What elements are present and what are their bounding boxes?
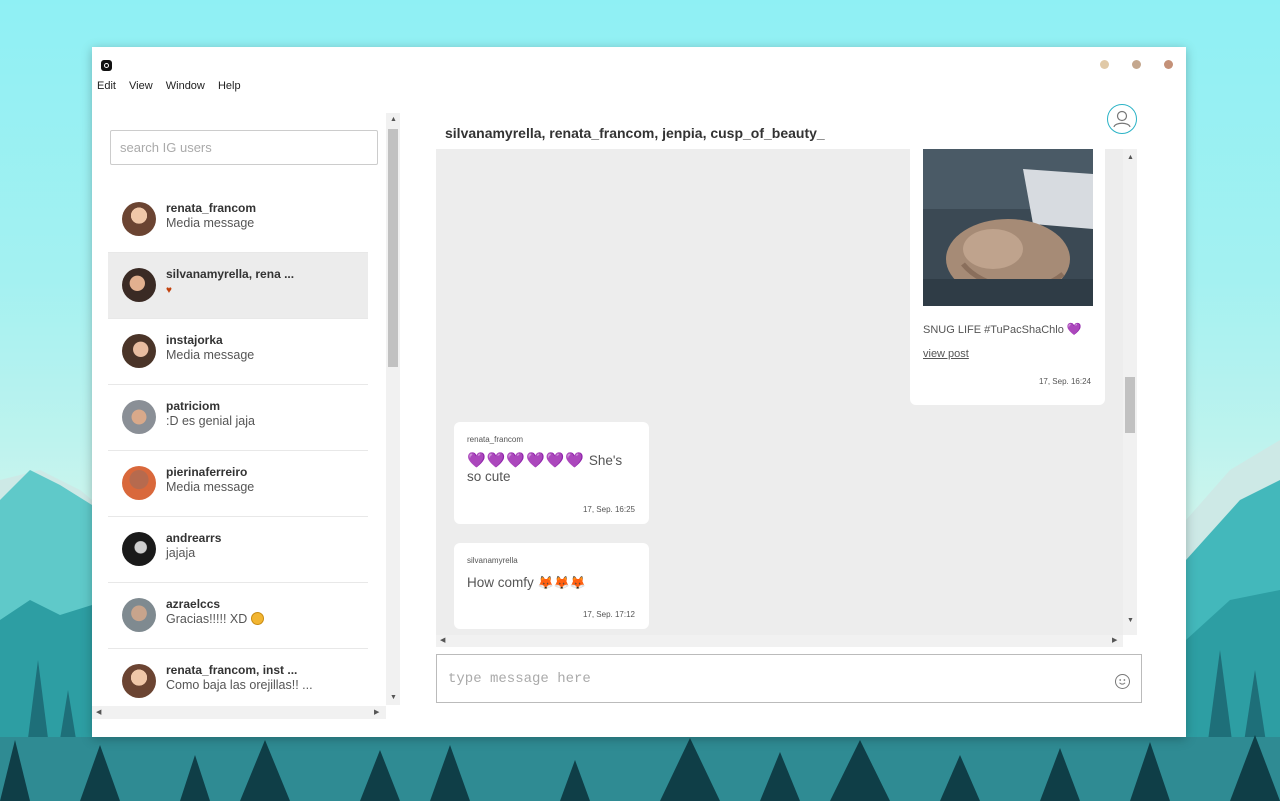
heart-emoji-icon: ♥ bbox=[166, 285, 172, 296]
conversation-name: andrearrs bbox=[166, 531, 222, 545]
emoji-picker-button[interactable] bbox=[1115, 674, 1130, 689]
view-post-link[interactable]: view post bbox=[923, 346, 969, 362]
scroll-right-arrow-icon[interactable]: ▶ bbox=[1112, 637, 1117, 644]
conversation-name: patriciom bbox=[166, 399, 221, 413]
app-logo-icon bbox=[101, 60, 112, 71]
conversation-sidebar: renata_francom Media message silvanamyre… bbox=[108, 113, 386, 706]
conversation-name: renata_francom, inst ... bbox=[166, 663, 298, 677]
menu-edit[interactable]: Edit bbox=[97, 80, 116, 92]
conversation-item[interactable]: pierinaferreiro Media message bbox=[108, 451, 368, 517]
post-caption: SNUG LIFE #TuPacShaChlo 💜 bbox=[923, 322, 1083, 336]
chat-title: silvanamyrella, renata_francom, jenpia, … bbox=[445, 125, 825, 141]
sidebar-vertical-scrollbar[interactable]: ▲ ▼ bbox=[386, 113, 400, 705]
purple-hearts-emoji-icon: 💜💜💜💜💜💜 bbox=[467, 452, 586, 469]
sidebar-horizontal-scrollbar[interactable]: ◀ ▶ bbox=[92, 706, 386, 719]
conversation-preview: Media message bbox=[166, 480, 255, 494]
scroll-left-arrow-icon[interactable]: ◀ bbox=[96, 709, 101, 716]
search-input[interactable] bbox=[110, 130, 378, 165]
conversation-preview: ♥ bbox=[166, 282, 172, 296]
fox-emoji-icon: 🦊🦊🦊 bbox=[537, 575, 587, 590]
message-text: How comfy 🦊🦊🦊 bbox=[467, 575, 587, 590]
conversation-item[interactable]: patriciom :D es genial jaja bbox=[108, 385, 368, 451]
purple-heart-emoji-icon: 💜 bbox=[1066, 322, 1083, 336]
message-bubble: renata_francom 💜💜💜💜💜💜 She's so cute 17, S… bbox=[454, 422, 649, 524]
conversation-item-selected[interactable]: silvanamyrella, rena ... ♥ bbox=[108, 253, 368, 319]
message-time: 17, Sep. 16:25 bbox=[582, 505, 635, 514]
user-icon bbox=[1113, 110, 1131, 128]
minimize-button[interactable] bbox=[1100, 60, 1109, 69]
conversation-item[interactable]: instajorka Media message bbox=[108, 319, 368, 385]
message-time: 17, Sep. 17:12 bbox=[582, 610, 635, 619]
maximize-button[interactable] bbox=[1132, 60, 1141, 69]
scroll-up-arrow-icon[interactable]: ▲ bbox=[390, 116, 397, 123]
scrollbar-thumb[interactable] bbox=[1125, 377, 1135, 433]
conversation-preview: Media message bbox=[166, 216, 255, 230]
conversation-item[interactable]: azraelccs Gracias!!!!! XD bbox=[108, 583, 368, 649]
message-text: 💜💜💜💜💜💜 She's so cute bbox=[467, 452, 623, 485]
app-window: Edit View Window Help renata_francom Med… bbox=[92, 47, 1186, 737]
post-image[interactable] bbox=[923, 149, 1093, 306]
conversation-item[interactable]: renata_francom Media message bbox=[108, 187, 368, 253]
message-sender: silvanamyrella bbox=[467, 556, 518, 565]
message-input[interactable] bbox=[446, 668, 1090, 690]
conversation-item[interactable]: andrearrs jajaja bbox=[108, 517, 368, 583]
menu-window[interactable]: Window bbox=[166, 80, 205, 92]
message-sender: renata_francom bbox=[467, 435, 524, 444]
scroll-up-arrow-icon[interactable]: ▲ bbox=[1127, 154, 1134, 161]
scrollbar-thumb[interactable] bbox=[388, 129, 398, 367]
smiley-icon bbox=[1119, 679, 1126, 685]
avatar bbox=[122, 400, 156, 434]
conversation-preview: Como baja las orejillas!! ... bbox=[166, 678, 313, 692]
message-time: 17, Sep. 16:24 bbox=[1038, 377, 1091, 386]
conversation-name: silvanamyrella, rena ... bbox=[166, 267, 295, 281]
post-photo-illustration bbox=[923, 149, 1093, 306]
conversation-list: renata_francom Media message silvanamyre… bbox=[108, 187, 368, 706]
conversation-preview: :D es genial jaja bbox=[166, 414, 255, 428]
chat-messages-area: SNUG LIFE #TuPacShaChlo 💜 view post 17, … bbox=[436, 149, 1123, 635]
message-composer bbox=[436, 654, 1142, 703]
chat-vertical-scrollbar[interactable]: ▲ ▼ bbox=[1123, 149, 1137, 635]
avatar bbox=[122, 532, 156, 566]
avatar bbox=[122, 202, 156, 236]
menu-bar: Edit View Window Help bbox=[97, 80, 251, 92]
scroll-left-arrow-icon[interactable]: ◀ bbox=[440, 637, 445, 644]
scroll-down-arrow-icon[interactable]: ▼ bbox=[1127, 617, 1134, 624]
conversation-name: azraelccs bbox=[166, 597, 221, 611]
chat-horizontal-scrollbar[interactable]: ◀ ▶ bbox=[436, 635, 1123, 647]
smile-emoji-icon bbox=[250, 612, 264, 625]
avatar bbox=[122, 598, 156, 632]
conversation-name: pierinaferreiro bbox=[166, 465, 248, 479]
avatar bbox=[122, 268, 156, 302]
conversation-preview: jajaja bbox=[166, 546, 196, 560]
conversation-item[interactable]: renata_francom, inst ... Como baja las o… bbox=[108, 649, 368, 706]
conversation-preview: Gracias!!!!! XD bbox=[166, 612, 264, 626]
close-button[interactable] bbox=[1164, 60, 1173, 69]
profile-button[interactable] bbox=[1107, 104, 1137, 134]
shared-post-message: SNUG LIFE #TuPacShaChlo 💜 view post 17, … bbox=[910, 149, 1105, 405]
menu-view[interactable]: View bbox=[129, 80, 153, 92]
scroll-down-arrow-icon[interactable]: ▼ bbox=[390, 694, 397, 701]
conversation-name: instajorka bbox=[166, 333, 223, 347]
avatar bbox=[122, 334, 156, 368]
avatar bbox=[122, 466, 156, 500]
conversation-name: renata_francom bbox=[166, 201, 257, 215]
scroll-right-arrow-icon[interactable]: ▶ bbox=[374, 709, 379, 716]
avatar bbox=[122, 664, 156, 698]
message-bubble: silvanamyrella How comfy 🦊🦊🦊 17, Sep. 17… bbox=[454, 543, 649, 629]
conversation-preview: Media message bbox=[166, 348, 255, 362]
menu-help[interactable]: Help bbox=[218, 80, 241, 92]
